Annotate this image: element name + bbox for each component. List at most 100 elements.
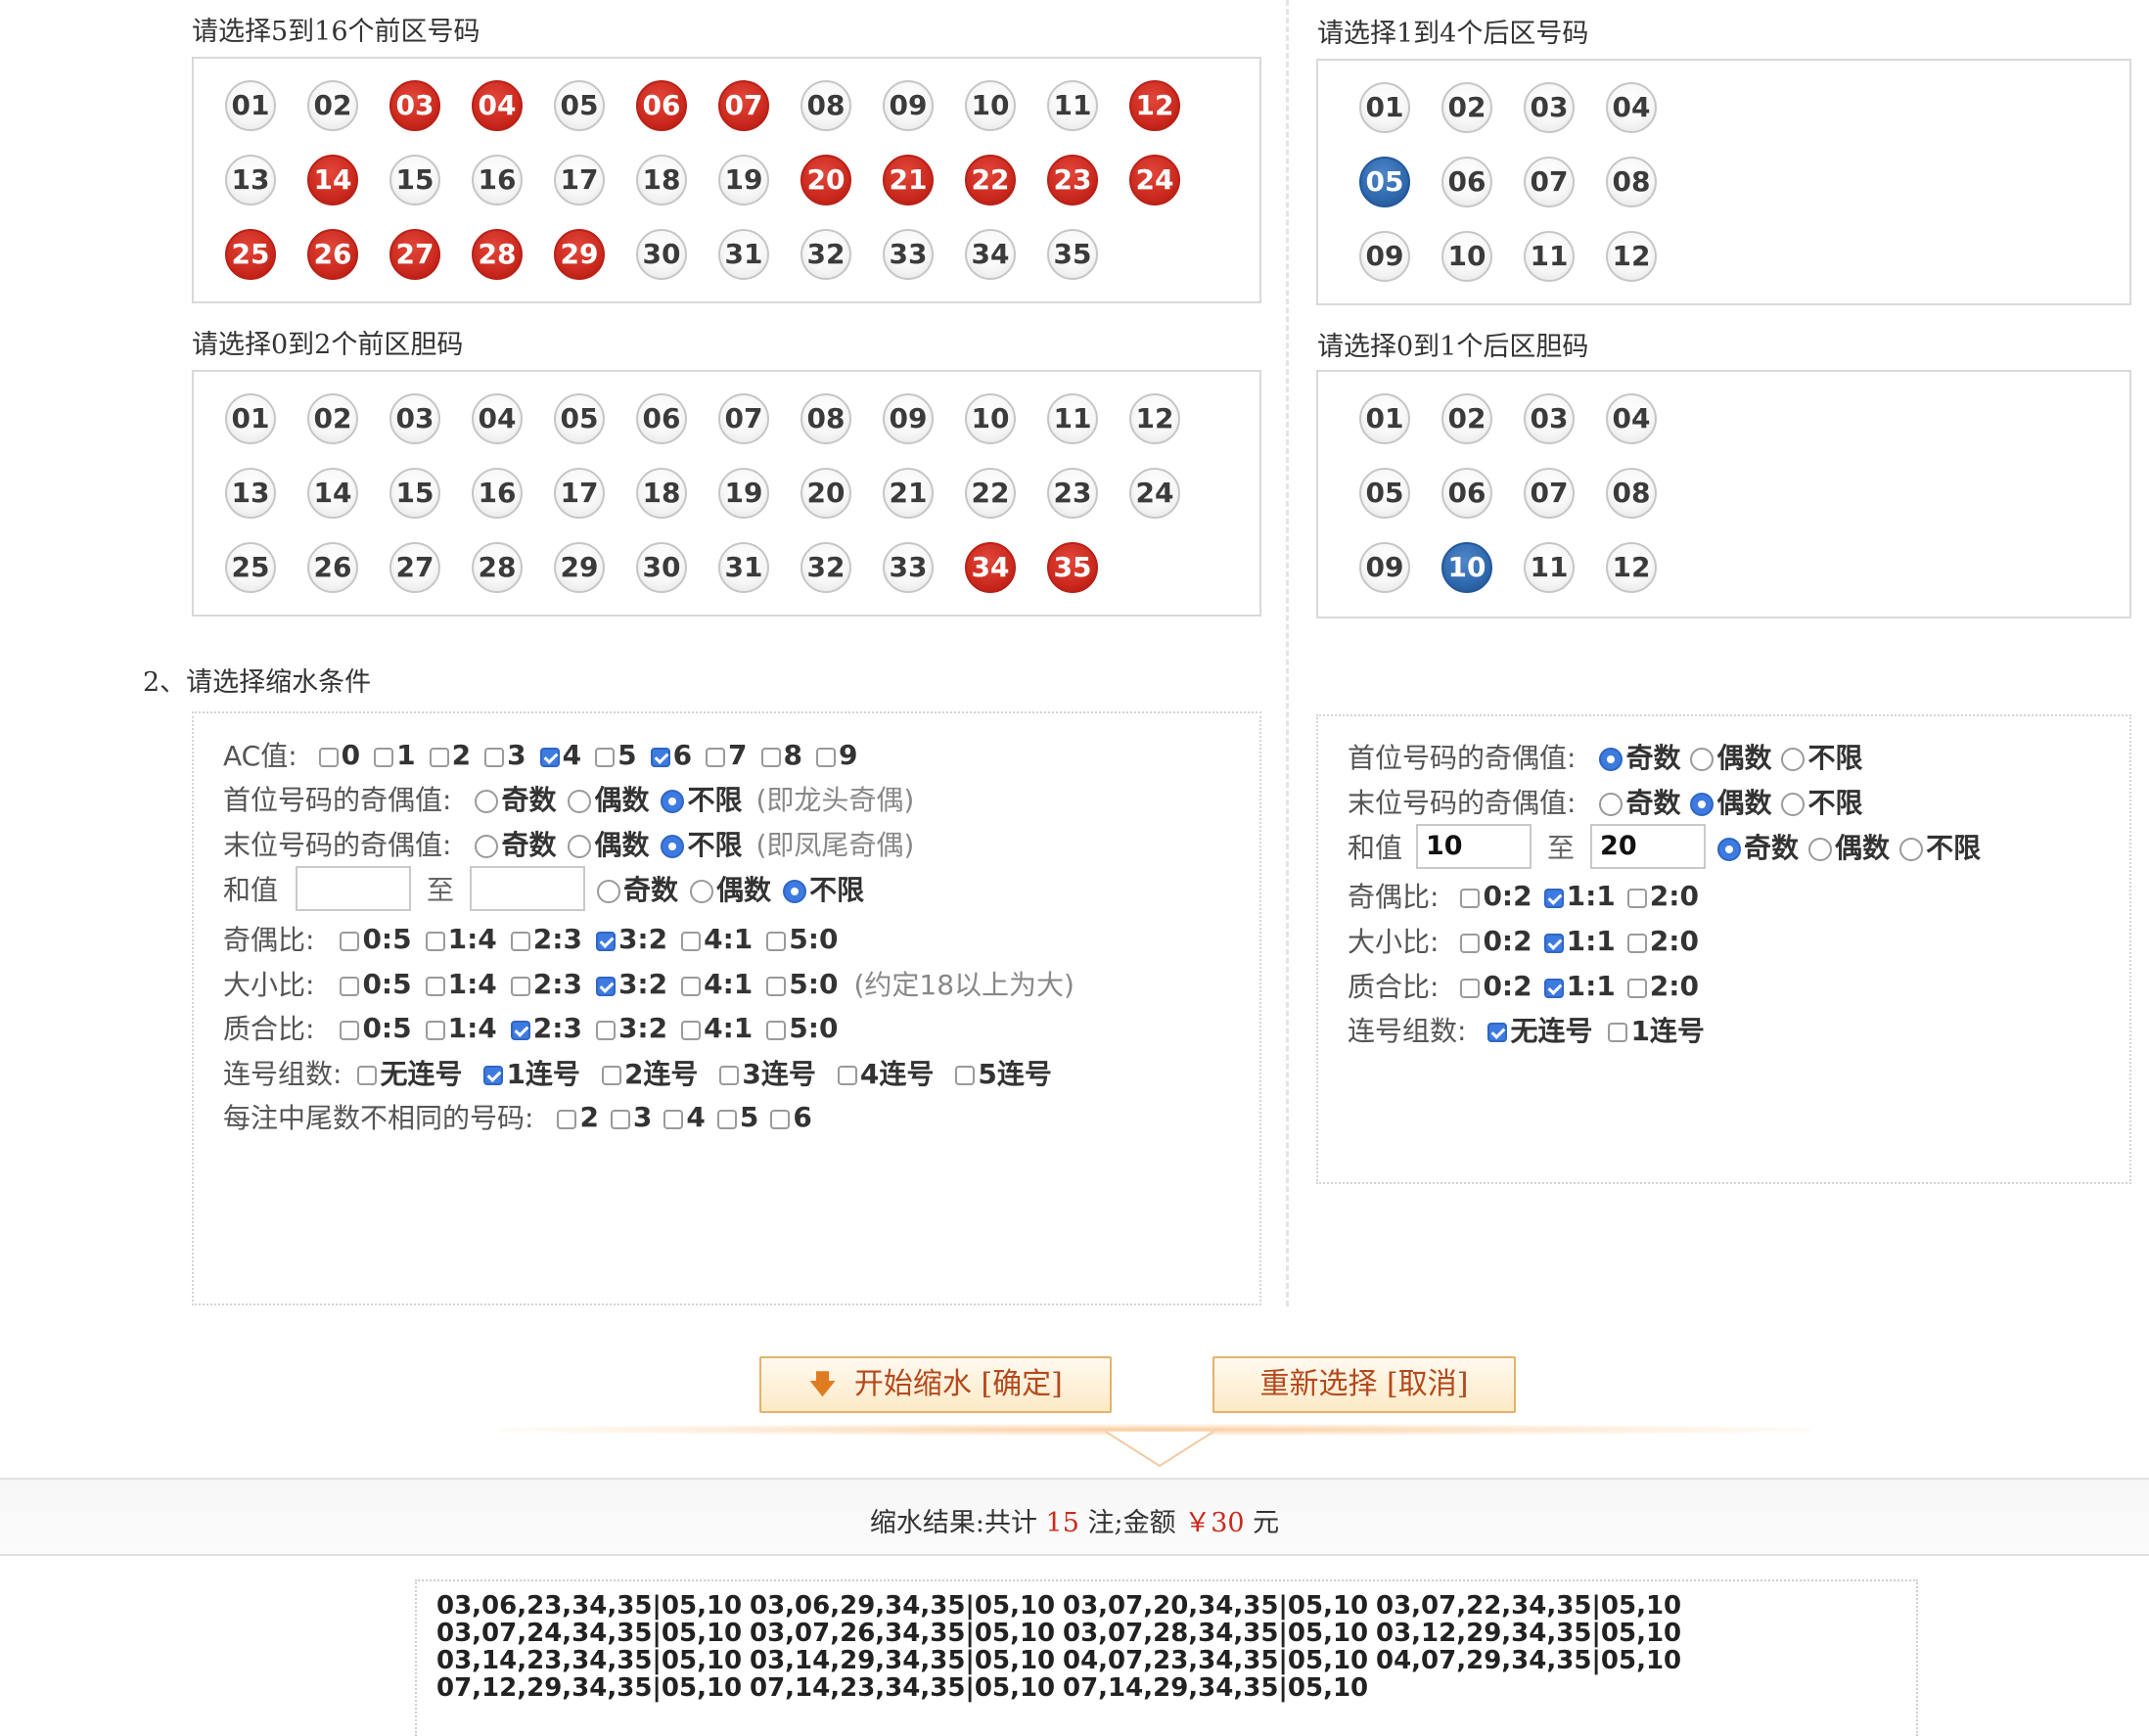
front-main-ball-11[interactable]: 11: [1047, 80, 1098, 131]
checkbox-icon[interactable]: [425, 1021, 445, 1040]
checkbox-icon[interactable]: [318, 748, 339, 767]
checkbox-icon[interactable]: [716, 1110, 737, 1129]
radio-selected-icon[interactable]: [783, 880, 807, 903]
front-main-ball-10[interactable]: 10: [965, 80, 1016, 131]
back-dan-ball-02[interactable]: 02: [1441, 393, 1492, 444]
checkbox-option[interactable]: 5:0: [766, 968, 838, 1000]
checkbox-option[interactable]: 1: [374, 739, 416, 771]
front-main-ball-30[interactable]: 30: [636, 229, 687, 280]
radio-option[interactable]: 偶数: [1808, 827, 1890, 866]
front-dan-ball-07[interactable]: 07: [718, 393, 769, 444]
front-dan-ball-32[interactable]: 32: [800, 542, 851, 593]
back-dan-ball-09[interactable]: 09: [1359, 542, 1410, 593]
back-dan-ball-07[interactable]: 07: [1524, 468, 1575, 519]
checkbox-icon[interactable]: [719, 1066, 740, 1085]
radio-icon[interactable]: [475, 835, 499, 858]
back-main-ball-11[interactable]: 11: [1524, 231, 1575, 282]
checkbox-option[interactable]: 1连号: [1608, 1010, 1705, 1049]
checkbox-icon[interactable]: [510, 977, 530, 996]
checkbox-icon[interactable]: [706, 748, 726, 767]
back-dan-ball-04[interactable]: 04: [1606, 393, 1657, 444]
radio-option[interactable]: 不限: [1899, 827, 1981, 866]
checkbox-checked-icon[interactable]: [650, 748, 670, 767]
checkbox-icon[interactable]: [681, 1021, 702, 1040]
checkbox-checked-icon[interactable]: [483, 1066, 504, 1085]
front-main-ball-21[interactable]: 21: [883, 155, 934, 206]
front-main-ball-13[interactable]: 13: [225, 155, 276, 206]
front-main-ball-09[interactable]: 09: [883, 80, 934, 131]
checkbox-icon[interactable]: [429, 748, 449, 767]
checkbox-icon[interactable]: [955, 1066, 976, 1085]
radio-selected-icon[interactable]: [1599, 748, 1623, 771]
front-dan-ball-04[interactable]: 04: [472, 393, 523, 444]
radio-option[interactable]: 奇数: [1717, 827, 1799, 866]
checkbox-option[interactable]: 0:5: [340, 1012, 412, 1044]
checkbox-icon[interactable]: [1460, 889, 1481, 908]
front-dan-ball-33[interactable]: 33: [883, 542, 934, 593]
front-dan-ball-09[interactable]: 09: [883, 393, 934, 444]
front-main-ball-19[interactable]: 19: [718, 155, 769, 206]
front-main-ball-26[interactable]: 26: [307, 229, 358, 280]
radio-icon[interactable]: [475, 790, 499, 813]
front-main-ball-31[interactable]: 31: [718, 229, 769, 280]
radio-option[interactable]: 奇数: [475, 779, 556, 818]
checkbox-option[interactable]: 0:5: [340, 968, 412, 1000]
front-dan-ball-22[interactable]: 22: [965, 468, 1016, 519]
checkbox-icon[interactable]: [595, 1021, 616, 1040]
checkbox-option[interactable]: 1:4: [425, 923, 497, 955]
front-dan-ball-16[interactable]: 16: [472, 468, 523, 519]
checkbox-option[interactable]: 4:1: [681, 968, 753, 1000]
front-main-ball-15[interactable]: 15: [389, 155, 440, 206]
radio-option[interactable]: 奇数: [597, 869, 678, 908]
checkbox-option[interactable]: 2: [557, 1101, 599, 1133]
radio-selected-icon[interactable]: [661, 835, 685, 858]
checkbox-icon[interactable]: [816, 748, 837, 767]
reset-button[interactable]: 重新选择 [取消]: [1212, 1356, 1516, 1413]
checkbox-icon[interactable]: [1608, 1023, 1628, 1042]
front-dan-ball-10[interactable]: 10: [965, 393, 1016, 444]
radio-option[interactable]: 不限: [783, 869, 864, 908]
checkbox-checked-icon[interactable]: [539, 748, 560, 767]
radio-option[interactable]: 奇数: [1599, 782, 1680, 821]
front-dan-ball-27[interactable]: 27: [389, 542, 440, 593]
front-main-ball-05[interactable]: 05: [554, 80, 605, 131]
front-main-ball-16[interactable]: 16: [472, 155, 523, 206]
radio-option[interactable]: 偶数: [568, 824, 649, 863]
checkbox-icon[interactable]: [1460, 979, 1481, 998]
checkbox-icon[interactable]: [760, 748, 781, 767]
checkbox-option[interactable]: 2:3: [510, 1012, 582, 1044]
back-main-ball-05[interactable]: 05: [1359, 157, 1410, 207]
front-main-ball-01[interactable]: 01: [225, 80, 276, 131]
checkbox-option[interactable]: 2:0: [1626, 925, 1699, 957]
front-main-ball-14[interactable]: 14: [307, 155, 358, 206]
front-main-ball-23[interactable]: 23: [1047, 155, 1098, 206]
back-main-ball-12[interactable]: 12: [1606, 231, 1657, 282]
sum-from-input[interactable]: [296, 866, 412, 911]
checkbox-option[interactable]: 2连号: [601, 1053, 698, 1092]
checkbox-option[interactable]: 6: [650, 739, 692, 771]
sum-to-input[interactable]: [470, 866, 586, 911]
radio-icon[interactable]: [1899, 838, 1924, 861]
checkbox-icon[interactable]: [340, 977, 360, 996]
front-main-ball-27[interactable]: 27: [389, 229, 440, 280]
radio-icon[interactable]: [1690, 748, 1715, 771]
back-main-ball-10[interactable]: 10: [1441, 231, 1492, 282]
checkbox-option[interactable]: 0: [318, 739, 360, 771]
checkbox-icon[interactable]: [1626, 979, 1647, 998]
back-main-ball-03[interactable]: 03: [1524, 82, 1575, 133]
front-main-ball-20[interactable]: 20: [800, 155, 851, 206]
front-dan-ball-06[interactable]: 06: [636, 393, 687, 444]
checkbox-option[interactable]: 4: [539, 739, 581, 771]
checkbox-icon[interactable]: [681, 977, 702, 996]
front-dan-ball-19[interactable]: 19: [718, 468, 769, 519]
radio-selected-icon[interactable]: [661, 790, 685, 813]
checkbox-checked-icon[interactable]: [510, 1021, 530, 1040]
checkbox-option[interactable]: 2:0: [1626, 970, 1699, 1002]
front-main-ball-02[interactable]: 02: [307, 80, 358, 131]
back-dan-ball-03[interactable]: 03: [1524, 393, 1575, 444]
front-main-ball-04[interactable]: 04: [472, 80, 523, 131]
front-dan-ball-14[interactable]: 14: [307, 468, 358, 519]
checkbox-option[interactable]: 8: [760, 739, 802, 771]
front-main-ball-22[interactable]: 22: [965, 155, 1016, 206]
checkbox-icon[interactable]: [770, 1110, 791, 1129]
